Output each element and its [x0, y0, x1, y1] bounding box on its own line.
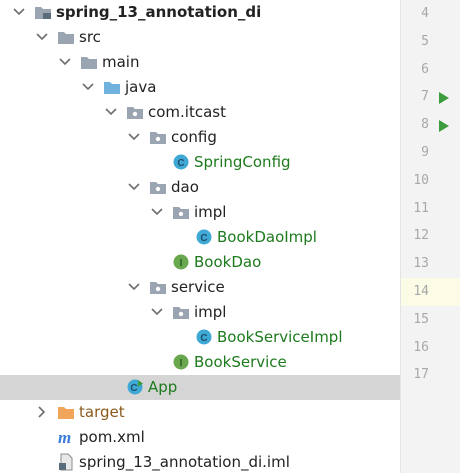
chevron-down-icon[interactable]: [12, 4, 26, 20]
svg-text:m: m: [58, 428, 71, 446]
line-number: 11: [413, 200, 429, 216]
tree-node-bookdaoimpl[interactable]: C BookDaoImpl: [0, 225, 400, 250]
class-icon: C: [172, 153, 190, 171]
chevron-down-icon[interactable]: [150, 304, 164, 320]
package-icon: [149, 128, 167, 146]
tree-node-label: java: [125, 78, 157, 96]
svg-text:C: C: [200, 233, 207, 244]
tree-node-label: SpringConfig: [194, 153, 291, 171]
svg-text:I: I: [180, 258, 183, 269]
runnable-class-icon: C: [126, 378, 144, 396]
tree-node-impl[interactable]: impl: [0, 300, 400, 325]
svg-text:C: C: [200, 333, 207, 344]
package-icon: [149, 178, 167, 196]
tree-node-com-itcast[interactable]: com.itcast: [0, 100, 400, 125]
chevron-down-icon[interactable]: [150, 204, 164, 220]
chevron-down-icon[interactable]: [35, 29, 49, 45]
tree-node-target[interactable]: target: [0, 400, 400, 425]
tree-node-src[interactable]: src: [0, 25, 400, 50]
line-number: 5: [421, 33, 429, 49]
line-number: 7: [421, 89, 429, 105]
interface-icon: I: [172, 253, 190, 271]
maven-icon: m: [57, 428, 75, 447]
folder-icon: [80, 53, 98, 71]
chevron-down-icon[interactable]: [104, 104, 118, 120]
tree-node-label: BookService: [194, 353, 287, 371]
interface-icon: I: [172, 353, 190, 371]
tree-node-label: BookServiceImpl: [217, 328, 343, 346]
excluded-folder-icon: [57, 403, 75, 421]
tree-node-label: spring_13_annotation_di: [56, 3, 262, 21]
run-gutter-icon[interactable]: [438, 118, 450, 133]
line-number: 10: [413, 172, 429, 188]
tree-node-main[interactable]: main: [0, 50, 400, 75]
package-icon: [172, 303, 190, 321]
tree-node-label: com.itcast: [148, 103, 226, 121]
package-icon: [149, 278, 167, 296]
line-number: 14: [413, 284, 429, 299]
tree-node-impl[interactable]: impl: [0, 200, 400, 225]
line-number: 13: [413, 256, 429, 272]
tree-node-dao[interactable]: dao: [0, 175, 400, 200]
line-number: 4: [421, 6, 429, 21]
source-root-folder-icon: [103, 78, 121, 96]
line-number: 12: [413, 228, 429, 244]
tree-node-label: App: [148, 378, 178, 396]
tree-node-label: src: [79, 28, 101, 46]
editor-gutter: 4 5 6 7 8 9 10 11 12 13 14 15 16 17: [400, 0, 460, 473]
tree-node-label: service: [171, 278, 225, 296]
svg-text:I: I: [180, 358, 183, 369]
module-folder-icon: [34, 3, 52, 21]
chevron-down-icon[interactable]: [127, 179, 141, 195]
tree-node-config[interactable]: config: [0, 125, 400, 150]
class-icon: C: [195, 328, 213, 346]
tree-node-bookservice[interactable]: I BookService: [0, 350, 400, 375]
line-number: 9: [421, 145, 429, 160]
line-number: 6: [421, 61, 429, 77]
line-number: 17: [413, 367, 429, 383]
tree-node-java[interactable]: java: [0, 75, 400, 100]
iml-file-icon: [57, 453, 75, 471]
tree-node-spring-13-annotation-di-iml[interactable]: spring_13_annotation_di.iml: [0, 450, 400, 473]
package-icon: [126, 103, 144, 121]
chevron-down-icon[interactable]: [127, 279, 141, 295]
svg-text:C: C: [130, 383, 137, 394]
chevron-right-icon[interactable]: [35, 404, 49, 420]
class-icon: C: [195, 228, 213, 246]
tree-node-bookserviceimpl[interactable]: C BookServiceImpl: [0, 325, 400, 350]
run-gutter-icon[interactable]: [438, 90, 450, 105]
tree-node-label: BookDao: [194, 253, 262, 271]
tree-node-label: config: [171, 128, 217, 146]
tree-node-label: target: [79, 403, 125, 421]
tree-node-springconfig[interactable]: C SpringConfig: [0, 150, 400, 175]
tree-node-label: BookDaoImpl: [217, 228, 317, 246]
tree-node-spring-13-annotation-di[interactable]: spring_13_annotation_di: [0, 0, 400, 25]
tree-node-label: pom.xml: [79, 428, 145, 446]
project-tree: spring_13_annotation_disrc main java com.it…: [0, 0, 400, 473]
tree-node-label: impl: [194, 203, 227, 221]
folder-icon: [57, 28, 75, 46]
line-number: 8: [421, 117, 429, 133]
line-number: 15: [413, 311, 429, 327]
svg-text:C: C: [177, 158, 184, 169]
tree-node-label: main: [102, 53, 140, 71]
tree-node-bookdao[interactable]: I BookDao: [0, 250, 400, 275]
tree-node-pom-xml[interactable]: m pom.xml: [0, 425, 400, 450]
chevron-down-icon[interactable]: [81, 79, 95, 95]
chevron-down-icon[interactable]: [58, 54, 72, 70]
tree-node-label: spring_13_annotation_di.iml: [79, 453, 290, 471]
tree-node-app[interactable]: C App: [0, 375, 400, 400]
tree-node-service[interactable]: service: [0, 275, 400, 300]
line-number: 16: [413, 339, 429, 355]
package-icon: [172, 203, 190, 221]
tree-node-label: impl: [194, 303, 227, 321]
chevron-down-icon[interactable]: [127, 129, 141, 145]
tree-node-label: dao: [171, 178, 199, 196]
